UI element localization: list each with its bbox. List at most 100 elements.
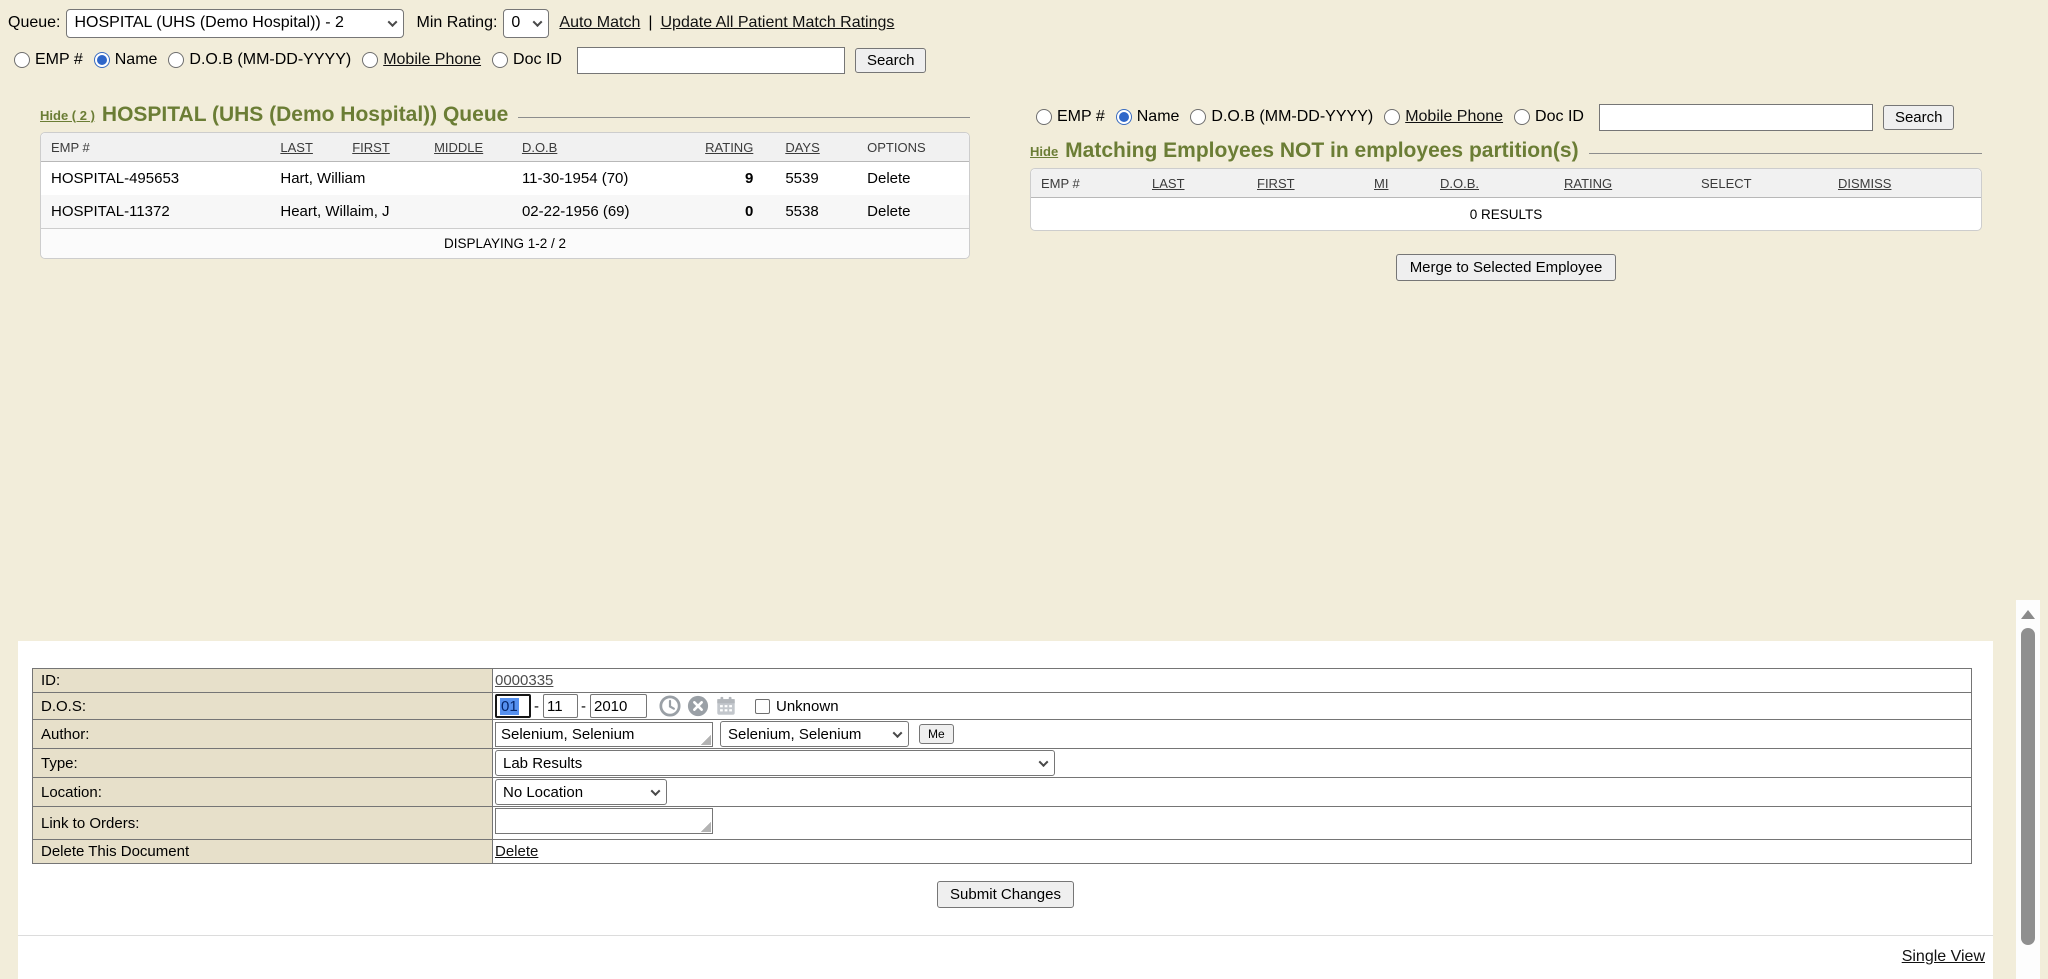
search-input[interactable]	[1599, 104, 1873, 131]
unknown-label: Unknown	[776, 698, 839, 715]
column-rating-sort[interactable]: RATING	[1554, 169, 1691, 198]
match-search-bar: EMP # Name D.O.B (MM-DD-YYYY) Mobile Pho…	[1030, 103, 1982, 131]
dos-year-input[interactable]: 2010	[590, 694, 647, 718]
author-field-group: Selenium, Selenium Selenium, Selenium Me	[495, 721, 1969, 747]
document-type-select[interactable]: Lab Results	[495, 750, 1055, 776]
radio-icon[interactable]	[492, 52, 508, 68]
single-view-link[interactable]: Single View	[1902, 948, 1985, 966]
author-input[interactable]: Selenium, Selenium	[495, 722, 713, 747]
column-first-sort[interactable]: FIRST	[1247, 169, 1364, 198]
form-row-orders: Link to Orders:	[33, 807, 1972, 840]
id-label: ID:	[33, 669, 493, 693]
radio-emp-number[interactable]: EMP #	[1036, 108, 1105, 126]
radio-icon[interactable]	[1116, 109, 1132, 125]
column-dob-sort[interactable]: D.O.B	[512, 133, 687, 162]
cell-days: 5539	[775, 162, 857, 195]
dos-label: D.O.S:	[33, 693, 493, 720]
legend-divider	[518, 117, 970, 118]
column-days-sort[interactable]: DAYS	[775, 133, 857, 162]
results-count: 0 RESULTS	[1031, 198, 1981, 230]
dos-day-input[interactable]: 11	[543, 694, 578, 718]
radio-icon[interactable]	[1384, 109, 1400, 125]
delete-row-link[interactable]: Delete	[857, 162, 969, 195]
hide-queue-link[interactable]: Hide ( 2 )	[40, 108, 95, 123]
scrollbar-thumb[interactable]	[2021, 628, 2035, 945]
dos-month-input[interactable]: 01	[495, 694, 531, 718]
radio-icon[interactable]	[1036, 109, 1052, 125]
table-row[interactable]: HOSPITAL-495653 Hart, William 11-30-1954…	[41, 162, 969, 195]
submit-changes-button[interactable]: Submit Changes	[937, 881, 1074, 908]
me-button[interactable]: Me	[919, 724, 954, 744]
hide-matches-link[interactable]: Hide	[1030, 144, 1058, 159]
search-button[interactable]: Search	[1883, 105, 1955, 130]
vertical-scrollbar[interactable]	[2016, 600, 2040, 979]
column-options: OPTIONS	[857, 133, 969, 162]
radio-emp-number[interactable]: EMP #	[14, 51, 83, 69]
empty-results-row: 0 RESULTS	[1031, 198, 1981, 230]
matching-employees-section: EMP # Name D.O.B (MM-DD-YYYY) Mobile Pho…	[1030, 103, 1982, 281]
column-last-sort[interactable]: LAST	[1142, 169, 1247, 198]
radio-mobile-phone[interactable]: Mobile Phone	[1384, 108, 1503, 126]
radio-icon[interactable]	[1514, 109, 1530, 125]
dos-field-group: 01 - 11 - 2010	[495, 694, 1969, 718]
merge-button[interactable]: Merge to Selected Employee	[1396, 254, 1617, 281]
queue-select-value: HOSPITAL (UHS (Demo Hospital)) - 2	[74, 14, 343, 32]
column-dismiss-sort[interactable]: DISMISS	[1828, 169, 1981, 198]
radio-icon[interactable]	[362, 52, 378, 68]
queue-select[interactable]: HOSPITAL (UHS (Demo Hospital)) - 2	[66, 9, 404, 38]
min-rating-label: Min Rating:	[416, 14, 497, 32]
column-emp-number: EMP #	[1031, 169, 1142, 198]
column-first-sort[interactable]: FIRST	[342, 133, 424, 162]
document-id-link[interactable]: 0000335	[495, 672, 553, 689]
delete-row-link[interactable]: Delete	[857, 195, 969, 228]
form-row-location: Location: No Location	[33, 778, 1972, 807]
radio-label: EMP #	[35, 51, 83, 69]
chevron-down-icon	[651, 786, 661, 796]
link-to-orders-input[interactable]	[495, 808, 713, 834]
radio-label: Doc ID	[513, 51, 562, 69]
column-mi-sort[interactable]: MI	[1364, 169, 1430, 198]
radio-icon[interactable]	[1190, 109, 1206, 125]
cell-rating: 9	[687, 162, 775, 195]
column-middle-sort[interactable]: MIDDLE	[424, 133, 512, 162]
min-rating-select[interactable]: 0	[503, 9, 549, 38]
search-button[interactable]: Search	[855, 48, 927, 73]
radio-icon[interactable]	[14, 52, 30, 68]
form-row-id: ID: 0000335	[33, 669, 1972, 693]
radio-mobile-phone[interactable]: Mobile Phone	[362, 51, 481, 69]
column-rating-sort[interactable]: RATING	[687, 133, 775, 162]
radio-name[interactable]: Name	[1116, 108, 1180, 126]
match-table-header-row: EMP # LAST FIRST MI D.O.B. RATING SELECT…	[1031, 169, 1981, 198]
queue-table-header-row: EMP # LAST FIRST MIDDLE D.O.B RATING DAY…	[41, 133, 969, 162]
date-separator: -	[534, 698, 539, 715]
radio-doc-id[interactable]: Doc ID	[492, 51, 562, 69]
cell-emp-number: HOSPITAL-495653	[41, 162, 270, 195]
column-dob-sort[interactable]: D.O.B.	[1430, 169, 1554, 198]
radio-dob[interactable]: D.O.B (MM-DD-YYYY)	[168, 51, 351, 69]
search-input[interactable]	[577, 47, 845, 74]
update-ratings-link[interactable]: Update All Patient Match Ratings	[661, 14, 895, 32]
chevron-down-icon	[893, 728, 903, 738]
radio-name[interactable]: Name	[94, 51, 158, 69]
clear-date-icon[interactable]	[687, 695, 709, 717]
queue-table: EMP # LAST FIRST MIDDLE D.O.B RATING DAY…	[40, 132, 970, 259]
clock-icon[interactable]	[659, 695, 681, 717]
radio-icon[interactable]	[168, 52, 184, 68]
calendar-icon[interactable]	[715, 695, 737, 717]
document-form-table: ID: 0000335 D.O.S: 01 - 11 - 2010	[32, 668, 1972, 864]
radio-doc-id[interactable]: Doc ID	[1514, 108, 1584, 126]
radio-icon[interactable]	[94, 52, 110, 68]
author-select[interactable]: Selenium, Selenium	[720, 721, 909, 747]
scroll-up-arrow-icon[interactable]	[2021, 610, 2035, 619]
column-last-sort[interactable]: LAST	[270, 133, 342, 162]
delete-document-label: Delete This Document	[33, 840, 493, 864]
auto-match-link[interactable]: Auto Match	[559, 14, 640, 32]
radio-label: D.O.B (MM-DD-YYYY)	[1211, 108, 1373, 126]
unknown-checkbox[interactable]	[755, 699, 770, 714]
delete-document-link[interactable]: Delete	[495, 843, 538, 860]
unknown-date-option[interactable]: Unknown	[755, 698, 839, 715]
table-row[interactable]: HOSPITAL-11372 Heart, Willaim, J 02-22-1…	[41, 195, 969, 228]
form-row-dos: D.O.S: 01 - 11 - 2010	[33, 693, 1972, 720]
radio-dob[interactable]: D.O.B (MM-DD-YYYY)	[1190, 108, 1373, 126]
location-select[interactable]: No Location	[495, 779, 667, 805]
